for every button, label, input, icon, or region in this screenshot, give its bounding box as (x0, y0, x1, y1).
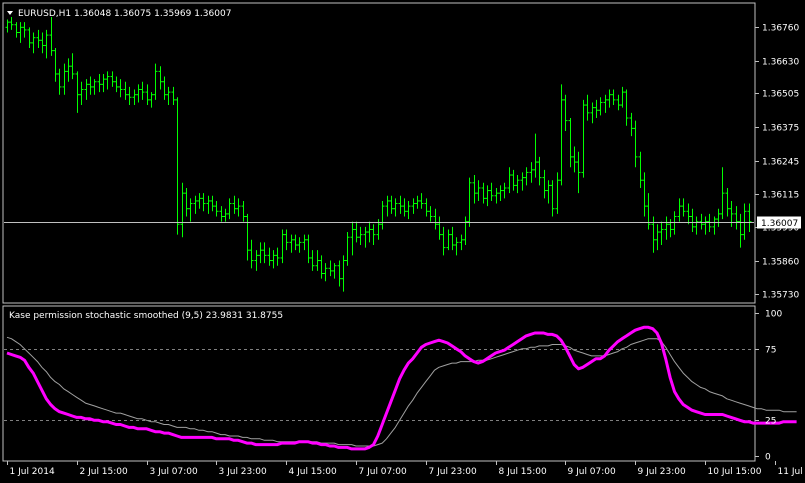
time-tick-label: 7 Jul 23:00 (429, 467, 478, 477)
time-tick-label: 11 Jul 07:00 (778, 467, 805, 477)
price-tick-label: 1.36760 (762, 24, 799, 34)
time-tick-label: 9 Jul 23:00 (638, 467, 687, 477)
indicator-tick-label: 100 (765, 310, 782, 320)
indicator-tick-label: 0 (765, 453, 771, 463)
indicator-header: Kase permission stochastic smoothed (9,5… (9, 311, 283, 321)
price-tick-label: 1.36505 (762, 90, 799, 100)
price-tick-label: 1.36245 (762, 158, 799, 168)
chart-background (0, 0, 805, 483)
time-tick-label: 8 Jul 15:00 (499, 467, 548, 477)
price-tick-label: 1.35730 (762, 291, 799, 301)
price-tick-label: 1.35860 (762, 258, 799, 268)
price-tick-label: 1.36630 (762, 58, 799, 68)
time-tick-label: 9 Jul 07:00 (568, 467, 617, 477)
bid-price-label: 1.36007 (761, 219, 798, 229)
indicator-tick-label: 25 (765, 417, 776, 427)
time-tick-label: 3 Jul 07:00 (150, 467, 199, 477)
price-tick-label: 1.36115 (762, 191, 799, 201)
time-tick-label: 10 Jul 15:00 (708, 467, 762, 477)
time-tick-label: 2 Jul 15:00 (80, 467, 129, 477)
trading-chart[interactable]: 1.36760 1.36630 1.36505 1.36375 1.36245 1.361… (0, 0, 805, 483)
indicator-tick-label: 75 (765, 346, 776, 356)
time-tick-label: 4 Jul 15:00 (289, 467, 338, 477)
price-tick-label: 1.36375 (762, 124, 799, 134)
price-header: EURUSD,H1 1.36048 1.36075 1.35969 1.3600… (18, 9, 231, 19)
price-axis: 1.36760 1.36630 1.36505 1.36375 1.36245 1.361… (755, 24, 801, 301)
time-tick-label: 1 Jul 2014 (10, 467, 55, 477)
time-tick-label: 3 Jul 23:00 (219, 467, 268, 477)
time-tick-label: 7 Jul 07:00 (359, 467, 408, 477)
